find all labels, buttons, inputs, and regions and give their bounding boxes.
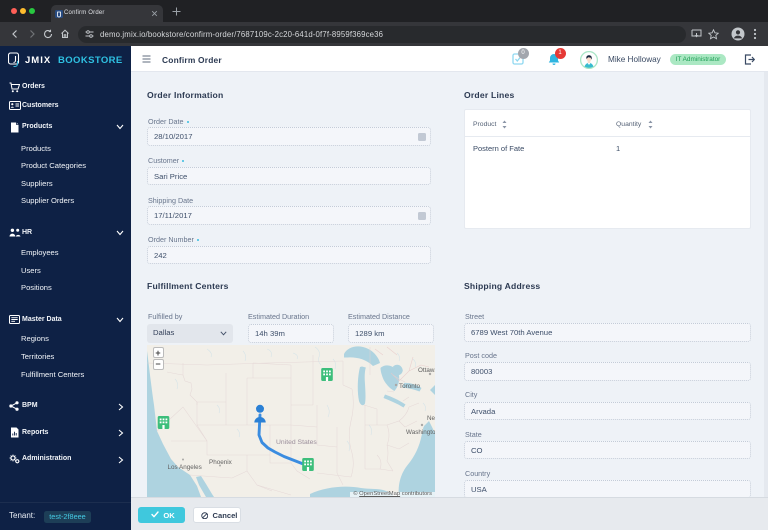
svg-text:Toronto: Toronto [399, 383, 421, 390]
svg-text:Ne: Ne [427, 415, 435, 422]
svg-text:Ottawa: Ottawa [418, 367, 435, 374]
svg-text:Los Angeles: Los Angeles [168, 464, 202, 471]
svg-text:Washingto: Washingto [406, 429, 435, 436]
svg-text:United States: United States [276, 439, 317, 446]
